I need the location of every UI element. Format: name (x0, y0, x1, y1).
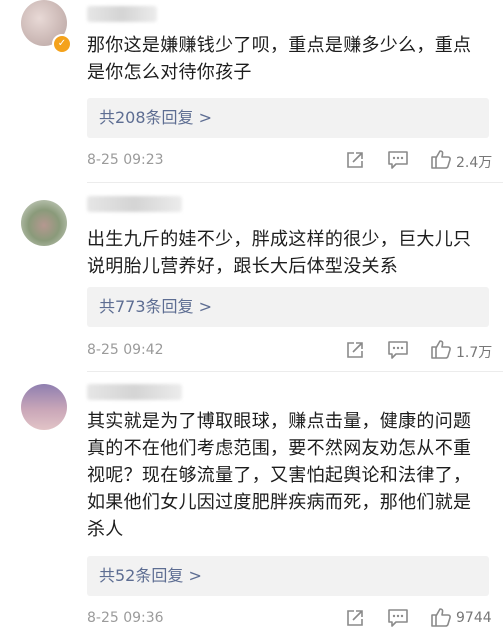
comment-icon[interactable] (387, 150, 409, 170)
share-icon[interactable] (345, 150, 365, 170)
comment-item: ✓ 那你这是嫌赚钱少了呗，重点是赚多少么，重点是你怎么对待你孩子 共208条回复… (0, 0, 503, 190)
comment-item: 出生九斤的娃不少，胖成这样的很少，巨大儿只说明胎儿营养好，跟长大后体型没关系 共… (0, 190, 503, 370)
comment-time: 8-25 09:23 (87, 152, 164, 168)
divider (87, 182, 503, 183)
comment-text: 那你这是嫌赚钱少了呗，重点是赚多少么，重点是你怎么对待你孩子 (87, 35, 472, 83)
replies-link[interactable]: 共52条回复 > (87, 556, 489, 596)
username[interactable] (87, 384, 182, 400)
comment-icon[interactable] (387, 340, 409, 360)
like-count: 2.4万 (456, 155, 493, 171)
comment-time: 8-25 09:42 (87, 342, 164, 358)
thumbs-up-icon[interactable] (430, 606, 452, 628)
comment-text: 出生九斤的娃不少，胖成这样的很少，巨大儿只说明胎儿营养好，跟长大后体型没关系 (87, 229, 472, 277)
avatar[interactable] (21, 384, 67, 430)
replies-link[interactable]: 共773条回复 > (87, 287, 489, 327)
replies-label: 共208条回复 > (99, 108, 213, 127)
comment-icon[interactable] (387, 608, 409, 628)
share-icon[interactable] (345, 608, 365, 628)
avatar[interactable] (21, 200, 67, 246)
thumbs-up-icon[interactable] (430, 338, 452, 360)
replies-label: 共52条回复 > (99, 566, 202, 585)
comment-item: 其实就是为了博取眼球，赚点击量，健康的问题真的不在他们考虑范围，要不然网友劝怎从… (0, 380, 503, 639)
comment-time: 8-25 09:36 (87, 610, 164, 626)
replies-label: 共773条回复 > (99, 297, 213, 316)
thumbs-up-icon[interactable] (430, 148, 452, 170)
like-count: 9744 (456, 610, 492, 626)
divider (87, 371, 503, 372)
comment-text: 其实就是为了博取眼球，赚点击量，健康的问题真的不在他们考虑范围，要不然网友劝怎从… (87, 411, 472, 540)
username[interactable] (87, 6, 157, 22)
username[interactable] (87, 196, 182, 212)
share-icon[interactable] (345, 340, 365, 360)
verified-badge-icon: ✓ (52, 34, 72, 54)
replies-link[interactable]: 共208条回复 > (87, 98, 489, 138)
like-count: 1.7万 (456, 345, 493, 361)
